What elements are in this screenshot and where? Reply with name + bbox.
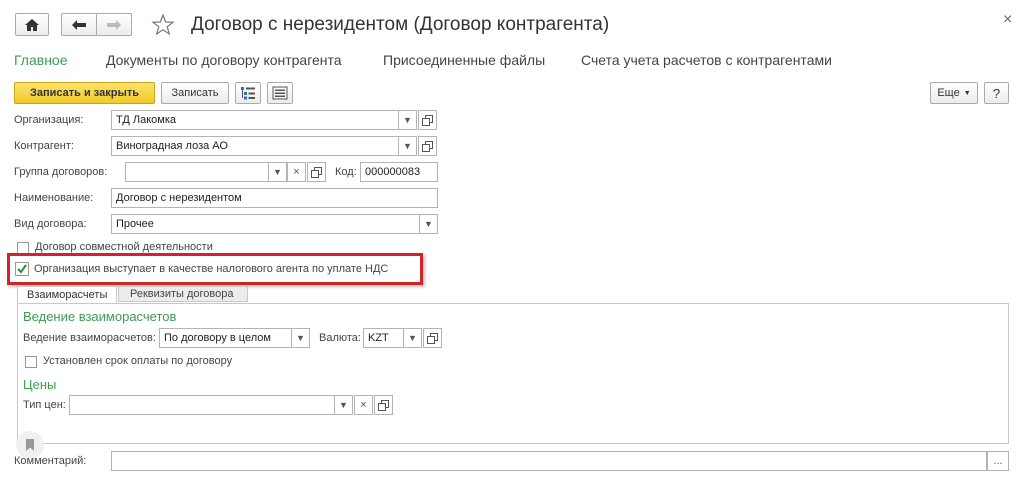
structure-button[interactable] — [235, 82, 261, 104]
settlements-panel — [17, 303, 1009, 444]
comment-field[interactable] — [111, 451, 987, 471]
organization-label: Организация: — [14, 114, 84, 126]
star-icon — [151, 13, 175, 36]
help-button[interactable]: ? — [984, 82, 1009, 104]
organization-value: ТД Лакомка — [116, 114, 176, 126]
counterparty-value: Виноградная лоза АО — [116, 140, 228, 152]
close-icon[interactable]: × — [1003, 11, 1012, 29]
favorite-star[interactable] — [151, 13, 175, 37]
arrow-right-icon — [107, 19, 121, 30]
price-type-label: Тип цен: — [23, 399, 66, 411]
list-icon — [272, 86, 288, 100]
contract-type-value: Прочее — [116, 218, 154, 230]
arrow-left-icon — [72, 19, 86, 30]
more-label: Еще — [937, 87, 960, 99]
comment-label: Комментарий: — [14, 455, 87, 467]
open-icon[interactable] — [423, 328, 442, 348]
organization-field[interactable]: ТД Лакомка ▼ — [111, 110, 417, 130]
counterparty-field[interactable]: Виноградная лоза АО ▼ — [111, 136, 417, 156]
contract-type-label: Вид договора: — [14, 218, 87, 230]
comment-select-button[interactable]: ... — [987, 451, 1009, 471]
inner-tab-settlements-label: Взаиморасчеты — [27, 289, 108, 301]
name-field[interactable]: Договор с нерезидентом — [111, 188, 438, 208]
home-icon — [25, 18, 39, 31]
chevron-down-icon[interactable]: ▼ — [334, 395, 353, 415]
list-button[interactable] — [267, 82, 293, 104]
open-icon[interactable] — [307, 162, 326, 182]
tab-documents[interactable]: Документы по договору контрагента — [106, 52, 342, 68]
checkmark-icon — [17, 264, 27, 274]
save-button[interactable]: Записать — [161, 82, 229, 104]
forward-button[interactable] — [96, 13, 132, 36]
bookmark-icon — [26, 439, 34, 451]
window-title: Договор с нерезидентом (Договор контраге… — [191, 14, 610, 35]
chevron-down-icon[interactable]: ▼ — [419, 214, 438, 234]
payment-term-label: Установлен срок оплаты по договору — [43, 355, 233, 367]
open-icon[interactable] — [418, 110, 437, 130]
group-label: Группа договоров: — [14, 166, 108, 178]
settlements-mode-value: По договору в целом — [164, 332, 271, 344]
joint-activity-label: Договор совместной деятельности — [35, 241, 213, 253]
tab-attached-files[interactable]: Присоединенные файлы — [383, 52, 545, 68]
home-button[interactable] — [15, 13, 49, 36]
code-value: 000000083 — [365, 166, 421, 178]
contract-type-field[interactable]: Прочее ▼ — [111, 214, 438, 234]
back-button[interactable] — [61, 13, 97, 36]
chevron-down-icon[interactable]: ▼ — [398, 136, 417, 156]
chevron-down-icon: ▼ — [963, 89, 971, 97]
prices-section-title: Цены — [23, 377, 57, 392]
chevron-down-icon[interactable]: ▼ — [398, 110, 417, 130]
open-icon[interactable] — [374, 395, 393, 415]
chevron-down-icon[interactable]: ▼ — [403, 328, 422, 348]
structure-icon — [241, 87, 255, 100]
tax-agent-checkbox[interactable] — [15, 262, 29, 276]
inner-tab-settlements[interactable]: Взаиморасчеты — [17, 286, 117, 304]
open-icon[interactable] — [418, 136, 437, 156]
chevron-down-icon[interactable]: ▼ — [268, 162, 287, 182]
code-label: Код: — [335, 166, 357, 178]
inner-tab-requisites-label: Реквизиты договора — [130, 288, 234, 300]
settlements-mode-field[interactable]: По договору в целом ▼ — [159, 328, 310, 348]
currency-value: KZT — [368, 332, 389, 344]
settlements-mode-label: Ведение взаиморасчетов: — [23, 332, 156, 344]
clear-icon[interactable]: × — [287, 162, 306, 182]
save-and-close-button[interactable]: Записать и закрыть — [14, 82, 155, 104]
price-type-field[interactable]: ▼ — [69, 395, 353, 415]
tax-agent-label: Организация выступает в качестве налогов… — [34, 263, 389, 275]
currency-label: Валюта: — [319, 332, 361, 344]
name-value: Договор с нерезидентом — [116, 192, 242, 204]
clear-icon[interactable]: × — [354, 395, 373, 415]
tab-main[interactable]: Главное — [14, 52, 68, 68]
currency-field[interactable]: KZT ▼ — [363, 328, 422, 348]
more-button[interactable]: Еще ▼ — [930, 82, 978, 104]
name-label: Наименование: — [14, 192, 94, 204]
inner-tab-requisites[interactable]: Реквизиты договора — [118, 286, 248, 302]
group-field[interactable]: ▼ — [125, 162, 287, 182]
code-field[interactable]: 000000083 — [360, 162, 438, 182]
counterparty-label: Контрагент: — [14, 140, 74, 152]
payment-term-checkbox[interactable] — [25, 356, 37, 368]
chevron-down-icon[interactable]: ▼ — [291, 328, 310, 348]
tab-accounts[interactable]: Счета учета расчетов с контрагентами — [581, 52, 832, 68]
settlements-section-title: Ведение взаиморасчетов — [23, 309, 177, 324]
